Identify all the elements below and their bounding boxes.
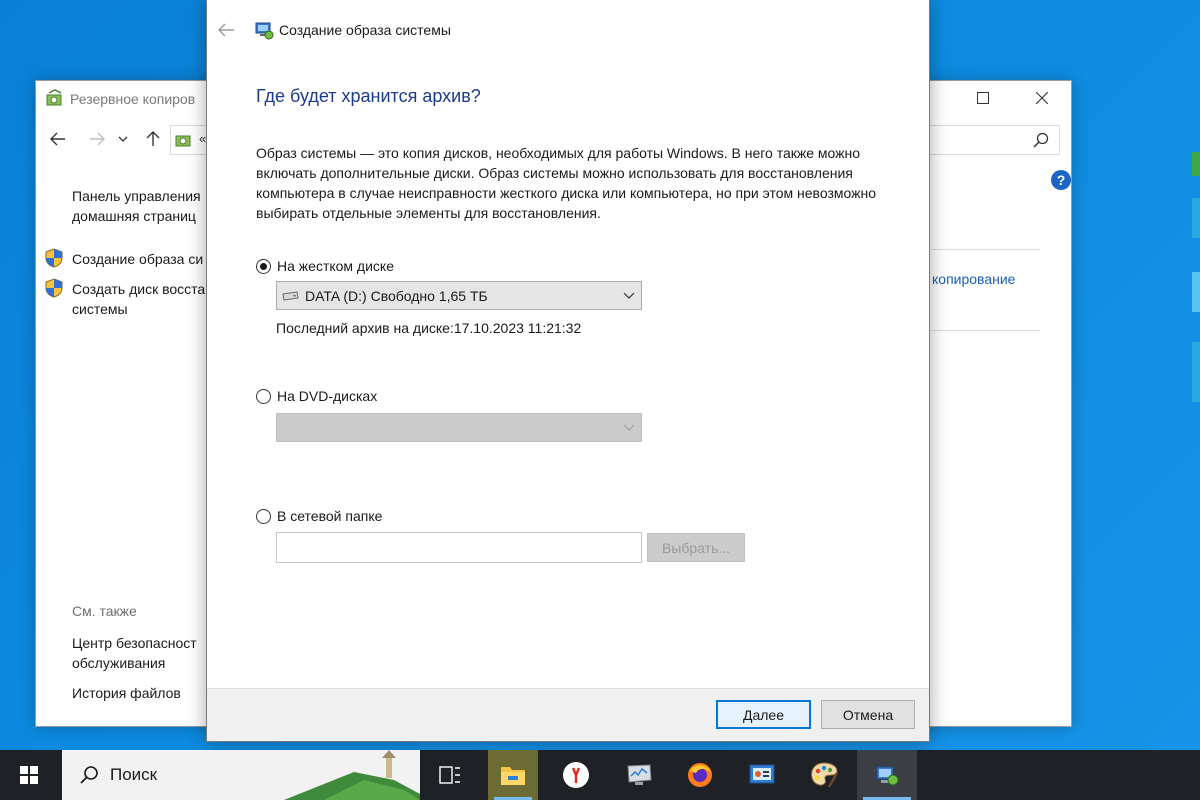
yandex-icon xyxy=(563,762,589,788)
firefox-icon xyxy=(688,763,712,787)
radio-selected-dot xyxy=(260,262,267,270)
backup-icon xyxy=(876,766,899,786)
link-line: История файлов xyxy=(72,685,181,701)
control-panel-icon xyxy=(749,764,775,784)
chevron-down-icon xyxy=(118,136,128,142)
taskbar-backup-wizard[interactable] xyxy=(857,750,917,800)
maximize-icon xyxy=(977,92,989,104)
link-line: обслуживания xyxy=(72,655,166,671)
start-button[interactable] xyxy=(0,750,58,800)
taskbar-task-view[interactable] xyxy=(422,750,478,800)
create-system-image-link[interactable]: Создание образа си xyxy=(72,249,203,269)
last-archive-info: Последний архив на диске:17.10.2023 11:2… xyxy=(276,320,581,336)
link-line: системы xyxy=(72,301,128,317)
up-button[interactable] xyxy=(140,125,166,153)
chevron-down-icon xyxy=(623,292,635,299)
selected-drive: DATA (D:) Свободно 1,65 ТБ xyxy=(305,287,488,304)
arrow-up-icon xyxy=(146,131,160,146)
last-archive-label: Последний архив на диске: xyxy=(276,320,454,336)
help-icon: ? xyxy=(1056,172,1066,188)
network-option[interactable]: В сетевой папке xyxy=(256,508,382,524)
page-heading: Где будет хранится архив? xyxy=(256,86,481,106)
monitor-icon xyxy=(627,764,652,785)
taskbar-firefox[interactable] xyxy=(672,750,728,800)
hard-disk-select[interactable]: DATA (D:) Свободно 1,65 ТБ xyxy=(276,281,642,310)
system-image-icon xyxy=(255,22,274,40)
uac-shield-icon xyxy=(45,278,63,298)
chevron-down-icon xyxy=(623,424,635,431)
browse-button: Выбрать... xyxy=(647,533,745,562)
taskbar-file-explorer[interactable] xyxy=(488,750,538,800)
search-placeholder: Поиск xyxy=(110,765,158,784)
close-button[interactable] xyxy=(1019,81,1065,115)
taskbar-paint[interactable] xyxy=(796,750,852,800)
search-icon xyxy=(1033,132,1049,148)
backup-restore-icon xyxy=(46,89,62,106)
window-title: Резервное копиров xyxy=(70,91,196,107)
recent-locations-button[interactable] xyxy=(114,125,132,153)
arrow-left-icon xyxy=(50,132,65,146)
radio-hard-disk[interactable] xyxy=(256,258,271,274)
folder-icon xyxy=(501,767,525,785)
cancel-button[interactable]: Отмена xyxy=(821,700,915,729)
network-label: В сетевой папке xyxy=(277,508,383,524)
uac-shield-icon xyxy=(45,248,63,268)
link-line: Панель управления xyxy=(72,188,201,204)
next-button[interactable]: Далее xyxy=(716,700,811,729)
help-button[interactable]: ? xyxy=(1051,170,1071,190)
palette-icon xyxy=(811,762,839,788)
network-path-input[interactable] xyxy=(276,532,642,563)
search-box[interactable] xyxy=(929,125,1060,155)
dvd-label: На DVD-дисках xyxy=(277,388,378,404)
arrow-right-icon xyxy=(90,132,105,146)
dialog-title: Создание образа системы xyxy=(279,22,451,38)
taskbar-resource-monitor[interactable] xyxy=(611,750,667,800)
system-image-wizard: Создание образа системы Где будет хранит… xyxy=(206,0,930,742)
desktop-icon-fragment xyxy=(1192,152,1200,402)
arrow-left-icon[interactable] xyxy=(216,20,236,40)
taskbar: Поиск xyxy=(0,750,1200,800)
backup-restore-icon xyxy=(175,135,191,147)
control-panel-home-link[interactable]: Панель управления домашняя страниц xyxy=(72,186,201,226)
divider xyxy=(932,249,1040,250)
divider xyxy=(932,330,1040,331)
hard-disk-label: На жестком диске xyxy=(277,258,394,274)
security-center-link[interactable]: Центр безопасност обслуживания xyxy=(72,633,197,673)
close-icon xyxy=(1036,92,1048,104)
hard-drive-icon xyxy=(282,290,299,301)
taskbar-search[interactable]: Поиск xyxy=(62,750,420,800)
hard-disk-option[interactable]: На жестком диске xyxy=(256,258,394,274)
dvd-option[interactable]: На DVD-дисках xyxy=(256,388,377,404)
link-line: Создать диск восста xyxy=(72,281,206,297)
task-view-icon xyxy=(439,766,460,784)
taskbar-yandex-browser[interactable] xyxy=(548,750,604,800)
last-archive-value: 17.10.2023 11:21:32 xyxy=(453,320,582,336)
see-also-heading: См. также xyxy=(72,603,137,619)
create-recovery-disk-link[interactable]: Создать диск восста системы xyxy=(72,279,205,319)
maximize-button[interactable] xyxy=(960,81,1006,115)
back-button[interactable] xyxy=(45,125,71,153)
radio-dvd[interactable] xyxy=(256,388,271,404)
radio-network[interactable] xyxy=(256,508,271,524)
search-highlight-art xyxy=(284,750,420,800)
description-text: Образ системы — это копия дисков, необхо… xyxy=(256,145,876,221)
search-icon xyxy=(80,766,98,784)
dvd-select xyxy=(276,413,642,442)
backup-link[interactable]: копирование xyxy=(932,271,1015,287)
file-history-link[interactable]: История файлов xyxy=(72,683,181,703)
windows-logo-icon xyxy=(20,766,38,784)
link-line: домашняя страниц xyxy=(72,208,196,224)
dialog-footer: Далее Отмена xyxy=(207,688,929,741)
link-line: Создание образа си xyxy=(72,251,204,267)
taskbar-control-panel[interactable] xyxy=(734,750,790,800)
forward-button[interactable] xyxy=(84,125,110,153)
link-line: Центр безопасност xyxy=(72,635,197,651)
